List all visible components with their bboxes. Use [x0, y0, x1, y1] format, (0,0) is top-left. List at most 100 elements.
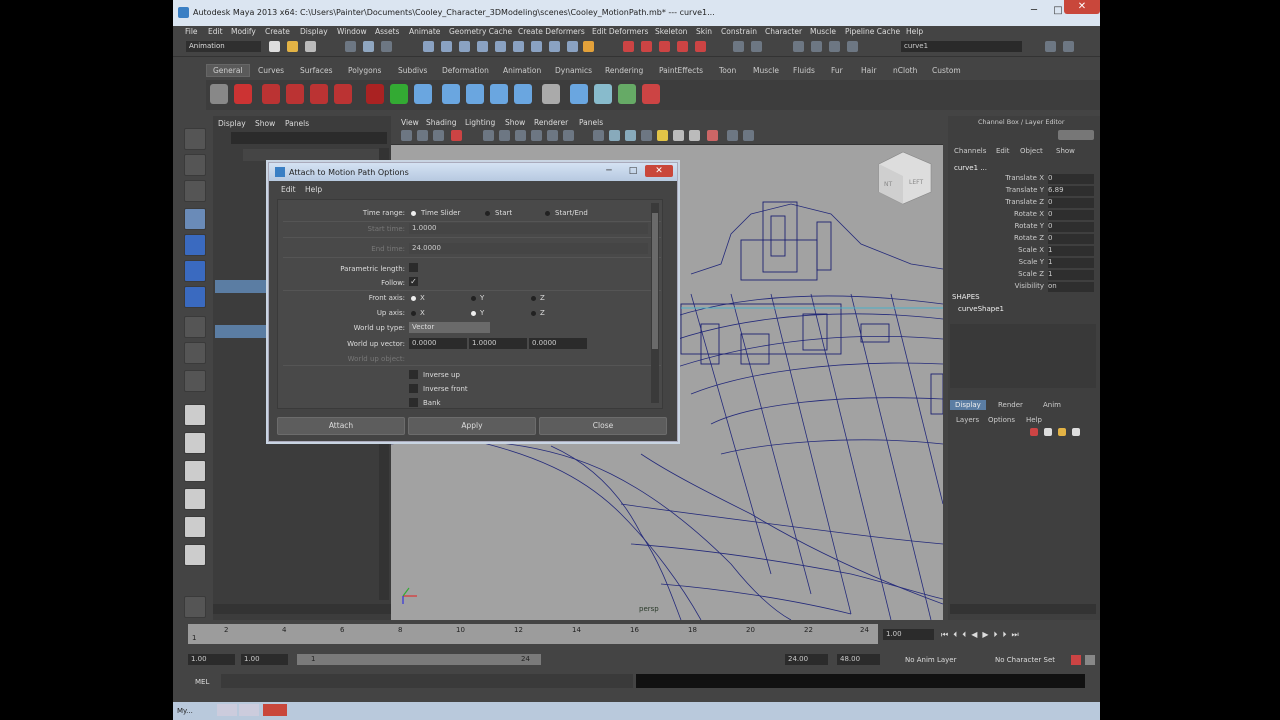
show-manip-icon[interactable]: [184, 342, 206, 364]
viewport-menu-show[interactable]: Show: [505, 118, 525, 127]
mel-label[interactable]: MEL: [195, 678, 209, 686]
rotate-tool-icon[interactable]: [184, 234, 206, 256]
shelf-tab-ncloth[interactable]: nCloth: [893, 66, 917, 75]
single-perspective-layout-icon[interactable]: [184, 404, 206, 426]
bevel-icon[interactable]: [514, 84, 532, 104]
layer-editor-scrollbar[interactable]: [950, 604, 1096, 614]
menu-display[interactable]: Display: [300, 27, 328, 36]
channel-menu-object[interactable]: Object: [1020, 147, 1043, 155]
world-up-vector-z-field[interactable]: 0.0000: [529, 338, 587, 349]
combine-icon[interactable]: [466, 84, 484, 104]
shelf-tab-polygons[interactable]: Polygons: [348, 66, 381, 75]
dialog-scrollbar-thumb[interactable]: [652, 213, 658, 349]
end-time-field[interactable]: 24.0000: [409, 243, 648, 254]
shelf-tab-toon[interactable]: Toon: [719, 66, 736, 75]
layer-editor-icon[interactable]: [847, 41, 858, 52]
construction-history-icon[interactable]: [549, 41, 560, 52]
playback-controls[interactable]: ⏮⏴⏴◀▶⏵⏵⏭: [941, 630, 1097, 640]
menu-edit[interactable]: Edit: [208, 27, 223, 36]
bookmark-icon[interactable]: [433, 130, 444, 141]
outliner-filter-field[interactable]: [231, 132, 387, 144]
paint-select-icon[interactable]: [184, 180, 206, 202]
minimize-button[interactable]: ─: [1023, 4, 1045, 18]
input-line-icon[interactable]: [733, 41, 744, 52]
layer-menu-layers[interactable]: Layers: [956, 416, 979, 424]
wireframe-on-shaded-icon[interactable]: [625, 130, 636, 141]
magnet-icon[interactable]: [583, 41, 594, 52]
time-slider-track[interactable]: 1 2 4 6 8 10 12 14 16 18 20 22 24: [188, 624, 878, 644]
attr-scale-y-value[interactable]: 1: [1048, 258, 1094, 268]
dialog-close-button[interactable]: ✕: [645, 165, 673, 177]
preferences-icon[interactable]: [1085, 655, 1095, 665]
persp-graph-layout-icon[interactable]: [184, 488, 206, 510]
menu-set-dropdown[interactable]: Animation: [186, 41, 261, 52]
poly-plane-icon[interactable]: [442, 84, 460, 104]
maximize-icon[interactable]: [239, 704, 259, 716]
outliner-menu-show[interactable]: Show: [255, 119, 275, 128]
attribute-editor-icon[interactable]: [793, 41, 804, 52]
close-window-button[interactable]: ✕: [1064, 0, 1100, 14]
shelf-tab-painteffects[interactable]: PaintEffects: [659, 66, 703, 75]
merge-icon[interactable]: [542, 84, 560, 104]
scale-tool-icon[interactable]: [184, 260, 206, 282]
isolate-select-icon[interactable]: [707, 130, 718, 141]
menu-create-deformers[interactable]: Create Deformers: [518, 27, 585, 36]
range-slider-bar[interactable]: 1 24: [297, 654, 541, 665]
up-axis-y-radio[interactable]: [471, 311, 476, 316]
ipr-render-icon[interactable]: [641, 41, 652, 52]
select-camera-icon[interactable]: [401, 130, 412, 141]
menu-constrain[interactable]: Constrain: [721, 27, 757, 36]
shadows-icon[interactable]: [673, 130, 684, 141]
channel-menu-channels[interactable]: Channels: [954, 147, 986, 155]
view-cube[interactable]: NT LEFT: [878, 151, 932, 205]
gate-mask-icon[interactable]: [531, 130, 542, 141]
save-scene-icon[interactable]: [305, 41, 316, 52]
auto-key-icon[interactable]: [1071, 655, 1081, 665]
shelf-tab-hair[interactable]: Hair: [861, 66, 876, 75]
dialog-scrollbar[interactable]: [651, 203, 659, 403]
poly-sphere-icon[interactable]: [366, 84, 384, 104]
current-frame-field[interactable]: 1.00: [883, 629, 934, 640]
select-object-icon[interactable]: [363, 41, 374, 52]
layer-menu-options[interactable]: Options: [988, 416, 1015, 424]
render-settings-icon[interactable]: [659, 41, 670, 52]
move-tool-icon[interactable]: [184, 208, 206, 230]
select-tool-shelf-icon[interactable]: [210, 84, 228, 104]
shelf-tab-muscle[interactable]: Muscle: [753, 66, 779, 75]
new-layer-icon[interactable]: [1030, 428, 1038, 436]
attr-rotate-z-value[interactable]: 0: [1048, 234, 1094, 244]
menu-assets[interactable]: Assets: [375, 27, 399, 36]
menu-window[interactable]: Window: [337, 27, 367, 36]
viewport-menu-shading[interactable]: Shading: [426, 118, 456, 127]
new-layer-selected-icon[interactable]: [1044, 428, 1052, 436]
inverse-front-checkbox[interactable]: [409, 384, 418, 393]
inverse-up-checkbox[interactable]: [409, 370, 418, 379]
viewport-menu-lighting[interactable]: Lighting: [465, 118, 495, 127]
grid-toggle-icon[interactable]: [483, 130, 494, 141]
nurbs-sphere-icon[interactable]: [286, 84, 304, 104]
playback-start-field[interactable]: 1.00: [241, 654, 288, 665]
animation-end-field[interactable]: 48.00: [837, 654, 880, 665]
viewport-menu-view[interactable]: View: [401, 118, 419, 127]
menu-edit-deformers[interactable]: Edit Deformers: [592, 27, 648, 36]
wireframe-icon[interactable]: [593, 130, 604, 141]
dialog-maximize-button[interactable]: □: [623, 165, 643, 177]
four-view-layout-icon[interactable]: [184, 432, 206, 454]
outliner-menu-panels[interactable]: Panels: [285, 119, 309, 128]
history-icon[interactable]: [513, 41, 524, 52]
shelf-tab-curves[interactable]: Curves: [258, 66, 284, 75]
animation-start-field[interactable]: 1.00: [188, 654, 235, 665]
new-scene-icon[interactable]: [269, 41, 280, 52]
menu-muscle[interactable]: Muscle: [810, 27, 836, 36]
start-time-field[interactable]: 1.0000: [409, 223, 648, 234]
last-tool-icon[interactable]: [184, 370, 206, 392]
outliner-layout-icon[interactable]: [184, 544, 206, 566]
world-up-type-dropdown[interactable]: Vector: [409, 322, 490, 333]
attr-translate-y-value[interactable]: 6.89: [1048, 186, 1094, 196]
attr-scale-z-value[interactable]: 1: [1048, 270, 1094, 280]
select-component-icon[interactable]: [381, 41, 392, 52]
shelf-tab-surfaces[interactable]: Surfaces: [300, 66, 332, 75]
input-output-icon[interactable]: [531, 41, 542, 52]
menu-geometry-cache[interactable]: Geometry Cache: [449, 27, 512, 36]
open-scene-icon[interactable]: [287, 41, 298, 52]
